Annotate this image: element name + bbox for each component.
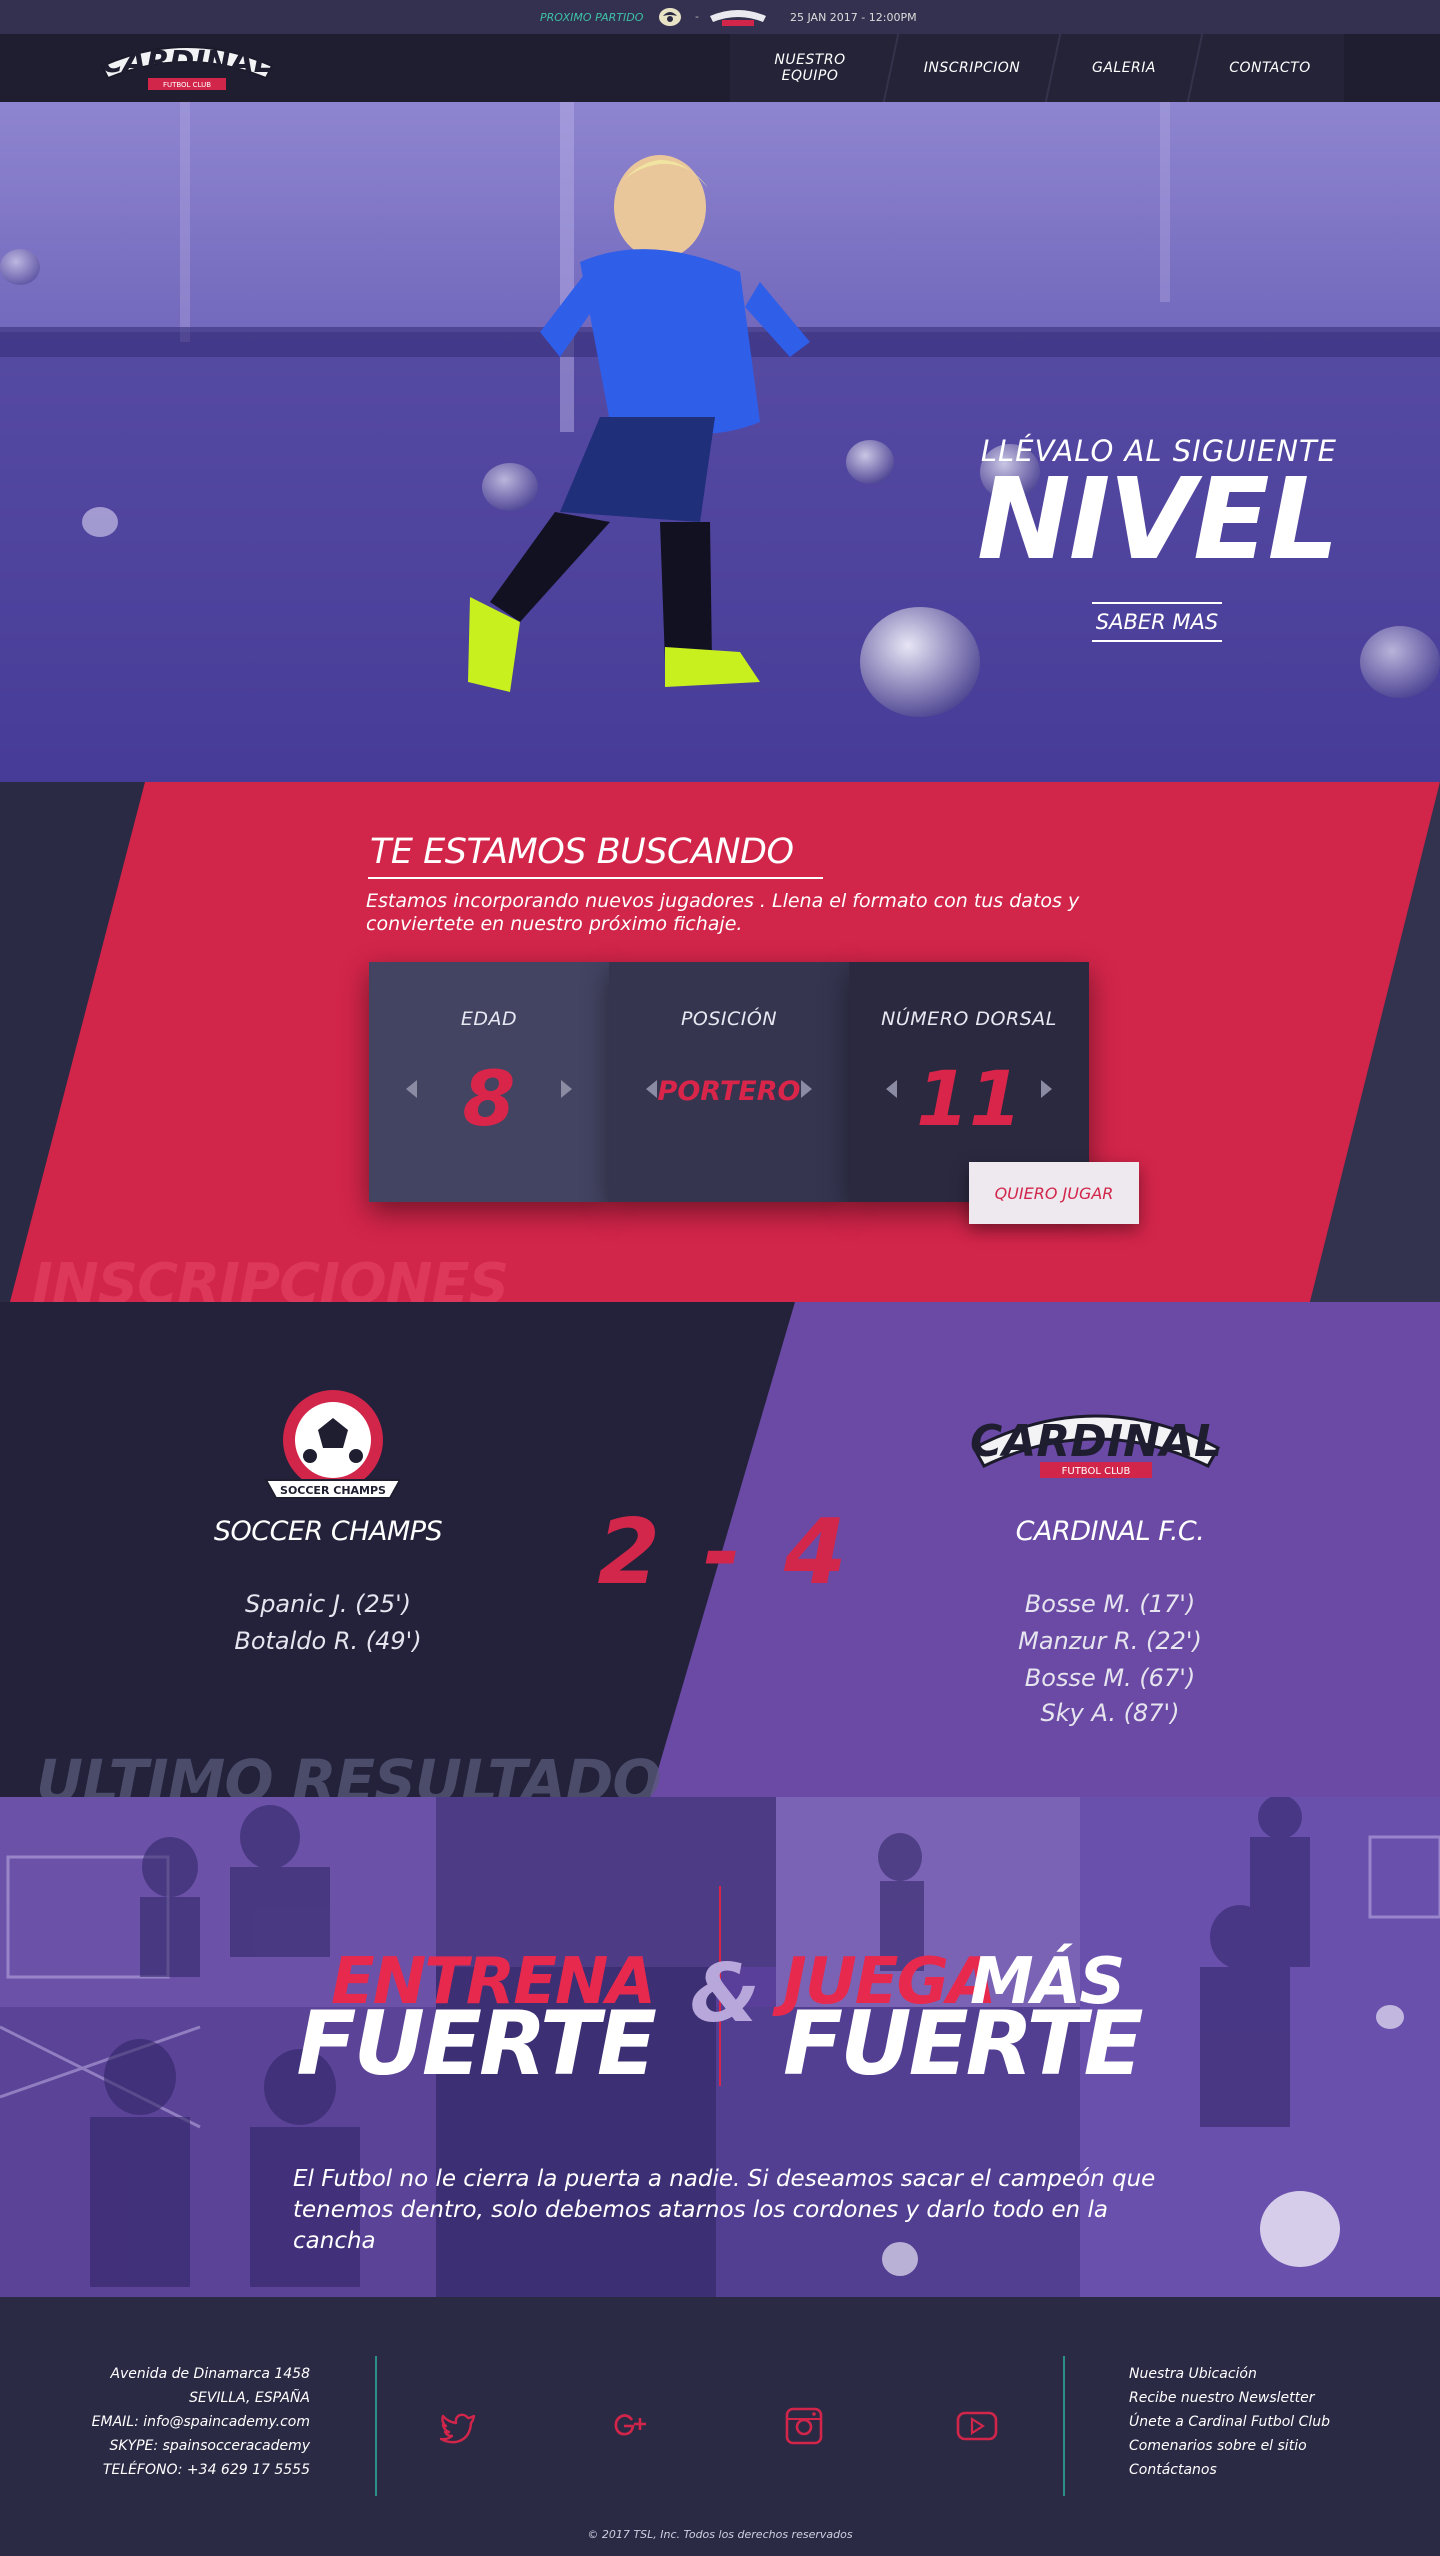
badge-sub: FUTBOL CLUB (1062, 1466, 1131, 1477)
youtube-icon[interactable] (954, 2404, 998, 2448)
nav-item-nuestro-equipo[interactable]: NUESTRO EQUIPO (730, 34, 890, 102)
address-line: SEVILLA, ESPAÑA (189, 2390, 310, 2406)
nav-item-contacto[interactable]: CONTACTO (1196, 34, 1344, 102)
quiero-jugar-button[interactable]: QUIERO JUGAR (969, 1162, 1139, 1224)
footer-address: Avenida de Dinamarca 1458 SEVILLA, ESPAÑ… (92, 2362, 310, 2482)
instagram-icon[interactable] (782, 2404, 826, 2448)
entrena-description: El Futbol no le cierra la puerta a nadie… (293, 2166, 1156, 2254)
inscripciones-description: Estamos incorporando nuevos jugadores . … (366, 890, 1080, 935)
nav-item-inscripcion[interactable]: INSCRIPCION (892, 34, 1052, 102)
page: { "topbar": { "next_match_label": "PROXI… (0, 0, 1440, 2556)
saber-mas-button[interactable]: SABER MAS (1092, 602, 1222, 642)
dorsal-next-arrow-icon[interactable] (1041, 1080, 1052, 1098)
away-scorer: Manzur R. (22') (1018, 1627, 1202, 1655)
edad-value: 8 (462, 1054, 516, 1143)
hero-banner: LLÉVALO AL SIGUIENTE NIVEL SABER MAS (0, 102, 1440, 782)
next-match-label: PROXIMO PARTIDO (540, 11, 644, 24)
twitter-icon[interactable] (436, 2404, 480, 2448)
address-line: Avenida de Dinamarca 1458 (110, 2366, 310, 2382)
google-plus-icon[interactable] (608, 2404, 652, 2448)
footer-links: Nuestra Ubicación Recibe nuestro Newslet… (1129, 2362, 1330, 2482)
posicion-label: POSICIÓN (680, 1008, 778, 1030)
fuerte-right-word: FUERTE (783, 1992, 1144, 2095)
footer-link[interactable]: Comenarios sobre el sitio (1129, 2434, 1330, 2458)
skype-line[interactable]: SKYPE: spainsocceracademy (92, 2434, 311, 2458)
home-team-name: SOCCER CHAMPS (213, 1516, 443, 1547)
match-score: 2 - 4 (597, 1500, 853, 1605)
match-separator: - (695, 10, 699, 23)
dorsal-label: NÚMERO DORSAL (881, 1008, 1057, 1030)
footer-divider (1063, 2356, 1065, 2496)
posicion-panel: POSICIÓN PORTERO (609, 962, 849, 1202)
phone-line[interactable]: TELÉFONO: +34 629 17 5555 (92, 2458, 310, 2482)
logo-sub: FUTBOL CLUB (163, 81, 211, 89)
nav-item-galeria[interactable]: GALERIA (1054, 34, 1194, 102)
email-line[interactable]: EMAIL: info@spaincademy.com (92, 2410, 310, 2434)
inscripciones-title: TE ESTAMOS BUSCANDO (370, 832, 794, 872)
hero-title: NIVEL (977, 455, 1339, 585)
footer-link[interactable]: Únete a Cardinal Futbol Club (1129, 2410, 1330, 2434)
opponent-team-icon (659, 8, 681, 26)
nav-label: NUESTRO (774, 52, 846, 68)
copyright: © 2017 TSL, Inc. Todos los derechos rese… (587, 2528, 853, 2541)
away-scorer: Bosse M. (17') (1024, 1590, 1196, 1618)
away-team-name: CARDINAL F.C. (1015, 1516, 1205, 1547)
fuerte-left-word: FUERTE (296, 1992, 657, 2095)
footer-link[interactable]: Contáctanos (1129, 2458, 1330, 2482)
home-scorer: Botaldo R. (49') (234, 1627, 422, 1655)
nav-menu: NUESTRO EQUIPO INSCRIPCION GALERIA CONTAC… (730, 34, 1344, 102)
badge-text: CARDINAL (970, 1416, 1222, 1467)
footer-link[interactable]: Recibe nuestro Newsletter (1129, 2386, 1330, 2410)
dorsal-value: 11 (916, 1054, 1022, 1143)
nav-label: EQUIPO (781, 68, 839, 84)
title-underline (368, 877, 823, 879)
top-bar: PROXIMO PARTIDO - 25 JAN 2017 - 12:00PM (0, 0, 1440, 34)
badge-text: SOCCER CHAMPS (280, 1484, 386, 1497)
cardinal-badge: CARDINAL FUTBOL CLUB (970, 1414, 1222, 1478)
logo-text: CARDINAL (101, 45, 273, 80)
edad-label: EDAD (460, 1008, 518, 1030)
posicion-value: PORTERO (657, 1076, 801, 1107)
cardinal-mini-logo (710, 10, 766, 26)
ampersand: & (690, 1947, 760, 2040)
soccer-champs-badge: SOCCER CHAMPS (264, 1390, 402, 1499)
footer-link[interactable]: Nuestra Ubicación (1129, 2362, 1330, 2386)
away-scorer: Sky A. (87') (1040, 1699, 1180, 1727)
edad-panel: EDAD 8 (369, 962, 609, 1202)
home-scorer: Spanic J. (25') (244, 1590, 412, 1618)
posicion-next-arrow-icon[interactable] (801, 1080, 812, 1098)
cardinal-logo[interactable]: CARDINAL FUTBOL CLUB (98, 32, 276, 94)
edad-next-arrow-icon[interactable] (561, 1080, 572, 1098)
away-scorer: Bosse M. (67') (1024, 1664, 1196, 1692)
footer-divider (375, 2356, 377, 2496)
match-date: 25 JAN 2017 - 12:00PM (790, 11, 917, 24)
